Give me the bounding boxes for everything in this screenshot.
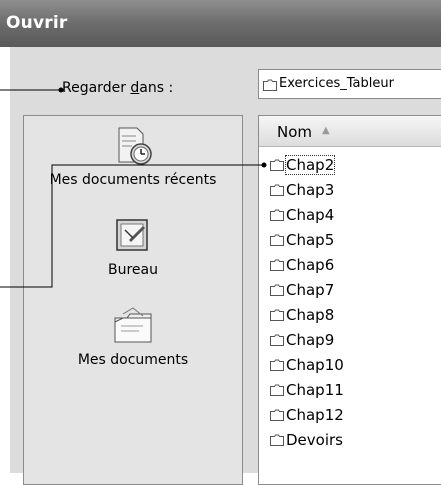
folder-icon — [270, 334, 284, 346]
column-header-name[interactable]: Nom ▲ — [259, 116, 441, 147]
file-item-label: Devoirs — [286, 431, 343, 449]
file-list-item[interactable]: Chap3 — [270, 179, 334, 201]
folder-icon — [270, 159, 284, 171]
place-label: Mes documents récents — [49, 172, 217, 188]
file-list-item[interactable]: Chap6 — [270, 254, 334, 276]
file-list-item[interactable]: Chap9 — [270, 329, 334, 351]
file-item-label: Chap5 — [286, 231, 335, 249]
file-item-label: Chap3 — [286, 181, 335, 199]
file-list-item[interactable]: Chap11 — [270, 379, 344, 401]
place-label: Bureau — [108, 262, 158, 278]
file-item-label: Chap6 — [286, 256, 335, 274]
folder-icon — [270, 384, 284, 396]
places-bar: Mes documents récents Bureau Mes documen… — [23, 115, 243, 485]
file-item-label: Chap8 — [286, 306, 335, 324]
my-documents-icon — [114, 307, 152, 343]
look-in-dropdown[interactable]: Exercices_Tableur — [258, 69, 441, 99]
file-list-item[interactable]: Chap10 — [270, 354, 344, 376]
file-item-label: Chap9 — [286, 331, 335, 349]
folder-icon — [270, 434, 284, 446]
file-item-label: Chap11 — [286, 381, 344, 399]
folder-icon — [270, 359, 284, 371]
file-list: Nom ▲ Chap2 Chap3 Chap4 Chap5 Chap6 Chap7 Chap… — [258, 115, 441, 485]
folder-icon — [263, 79, 277, 91]
file-list-item[interactable]: Chap12 — [270, 404, 344, 426]
file-list-item[interactable]: Devoirs — [270, 429, 343, 451]
file-list-item[interactable]: Chap7 — [270, 279, 334, 301]
file-list-item[interactable]: Chap8 — [270, 304, 334, 326]
look-in-label: Regarder dans : — [62, 80, 174, 96]
file-list-item[interactable]: Chap4 — [270, 204, 334, 226]
place-label: Mes documents — [77, 352, 189, 368]
file-item-label: Chap7 — [286, 281, 335, 299]
place-recent-documents[interactable]: Mes documents récents — [24, 124, 242, 188]
file-list-item[interactable]: Chap2 — [270, 154, 336, 176]
file-item-label: Chap4 — [286, 206, 335, 224]
look-in-value: Exercices_Tableur — [279, 76, 394, 91]
folder-icon — [270, 184, 284, 196]
window-title: Ouvrir — [6, 13, 68, 33]
folder-icon — [270, 234, 284, 246]
sort-ascending-icon: ▲ — [322, 125, 330, 136]
title-bar: Ouvrir — [0, 0, 441, 47]
desktop-icon — [116, 219, 148, 251]
folder-icon — [270, 409, 284, 421]
place-desktop[interactable]: Bureau — [24, 214, 242, 278]
file-item-label: Chap12 — [286, 406, 344, 424]
column-header-label: Nom — [277, 123, 313, 141]
place-my-documents[interactable]: Mes documents — [24, 304, 242, 368]
folder-icon — [270, 209, 284, 221]
folder-icon — [270, 284, 284, 296]
file-list-item[interactable]: Chap5 — [270, 229, 334, 251]
folder-icon — [270, 309, 284, 321]
folder-icon — [270, 259, 284, 271]
recent-documents-icon — [118, 127, 152, 165]
file-item-label: Chap10 — [286, 356, 344, 374]
file-item-label: Chap2 — [284, 155, 336, 175]
